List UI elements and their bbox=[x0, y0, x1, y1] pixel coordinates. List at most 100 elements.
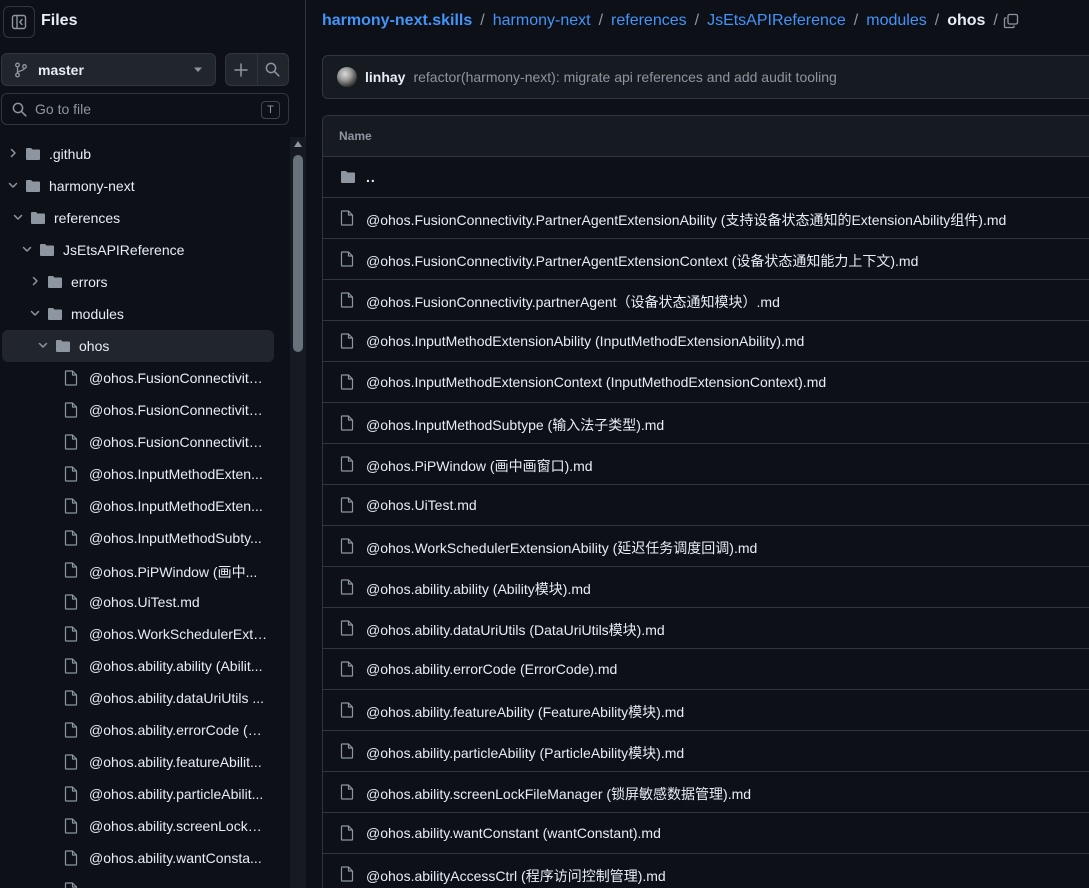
chevron-down-icon[interactable] bbox=[8, 180, 18, 190]
folder-icon bbox=[26, 148, 40, 160]
breadcrumb-link-references[interactable]: references bbox=[611, 12, 687, 30]
file-name-link[interactable]: @ohos.ability.wantConstant (wantConstant… bbox=[366, 825, 661, 841]
tree-file-item[interactable]: @ohos.PiPWindow (画中... bbox=[0, 554, 290, 586]
search-code-button[interactable] bbox=[256, 54, 288, 85]
table-row[interactable]: @ohos.InputMethodSubtype (输入法子类型).md bbox=[323, 403, 1089, 444]
table-row[interactable]: @ohos.ability.featureAbility (FeatureAbi… bbox=[323, 690, 1089, 731]
file-name-link[interactable]: @ohos.PiPWindow (画中画窗口).md bbox=[366, 456, 593, 476]
file-name-link[interactable]: @ohos.FusionConnectivity.partnerAgent（设备… bbox=[366, 292, 780, 312]
table-row[interactable]: @ohos.WorkSchedulerExtensionAbility (延迟任… bbox=[323, 526, 1089, 567]
file-icon bbox=[340, 743, 354, 759]
tree-folder-item[interactable]: ohos bbox=[0, 330, 290, 362]
breadcrumb-link-harmony-next[interactable]: harmony-next bbox=[493, 12, 591, 30]
collapse-sidebar-button[interactable] bbox=[3, 6, 35, 38]
file-icon bbox=[64, 786, 78, 802]
go-to-file-field[interactable]: T bbox=[1, 93, 289, 125]
table-row[interactable]: @ohos.ability.particleAbility (ParticleA… bbox=[323, 731, 1089, 772]
go-to-file-input[interactable] bbox=[35, 101, 235, 117]
file-icon bbox=[64, 370, 78, 386]
file-name-link[interactable]: @ohos.abilityAccessCtrl (程序访问控制管理).md bbox=[366, 866, 666, 886]
tree-file-item[interactable]: @ohos.ability.ability (Abilit... bbox=[0, 650, 290, 682]
file-icon bbox=[340, 251, 354, 267]
tree-item-label: @ohos.InputMethodSubty... bbox=[89, 530, 262, 546]
tree-folder-item[interactable]: .github bbox=[0, 138, 290, 170]
chevron-down-icon[interactable] bbox=[38, 340, 48, 350]
tree-folder-item[interactable]: errors bbox=[0, 266, 290, 298]
file-name-link[interactable]: @ohos.ability.ability (Ability模块).md bbox=[366, 579, 591, 599]
commit-message[interactable]: refactor(harmony-next): migrate api refe… bbox=[413, 69, 836, 85]
parent-directory-row[interactable]: .. bbox=[323, 157, 1089, 198]
tree-file-item[interactable]: @ohos.ability.wantConsta... bbox=[0, 842, 290, 874]
copy-path-button[interactable] bbox=[1003, 13, 1019, 34]
file-name-link[interactable]: @ohos.InputMethodSubtype (输入法子类型).md bbox=[366, 415, 664, 435]
breadcrumb-link-modules[interactable]: modules bbox=[866, 12, 926, 30]
branch-selector[interactable]: master bbox=[1, 53, 216, 86]
file-name-link[interactable]: @ohos.ability.featureAbility (FeatureAbi… bbox=[366, 702, 684, 722]
chevron-down-icon[interactable] bbox=[22, 244, 32, 254]
commit-author[interactable]: linhay bbox=[365, 69, 405, 85]
chevron-right-icon[interactable] bbox=[8, 148, 18, 158]
table-row[interactable]: @ohos.ability.screenLockFileManager (锁屏敏… bbox=[323, 772, 1089, 813]
breadcrumb-separator: / bbox=[480, 12, 485, 29]
tree-file-item[interactable]: @ohos.ability.errorCode (E... bbox=[0, 714, 290, 746]
parent-directory-link[interactable]: .. bbox=[366, 169, 376, 185]
file-icon bbox=[64, 658, 78, 674]
tree-file-item[interactable]: @ohos.ability.dataUriUtils ... bbox=[0, 682, 290, 714]
file-name-link[interactable]: @ohos.InputMethodExtensionAbility (Input… bbox=[366, 333, 804, 349]
tree-file-item[interactable]: @ohos.WorkSchedulerExte... bbox=[0, 618, 290, 650]
file-name-link[interactable]: @ohos.ability.screenLockFileManager (锁屏敏… bbox=[366, 784, 751, 804]
column-header-name: Name bbox=[339, 129, 372, 143]
file-icon bbox=[64, 402, 78, 418]
tree-item-label: @ohos.ability.errorCode (E... bbox=[89, 722, 268, 738]
breadcrumb-separator: / bbox=[934, 12, 940, 29]
tree-file-item[interactable]: @ohos.InputMethodExten... bbox=[0, 458, 290, 490]
tree-file-item[interactable]: @ohos.ability.featureAbilit... bbox=[0, 746, 290, 778]
chevron-right-icon[interactable] bbox=[30, 276, 40, 286]
breadcrumb-repo-link[interactable]: harmony-next.skills bbox=[322, 12, 472, 30]
tree-folder-item[interactable]: modules bbox=[0, 298, 290, 330]
file-name-link[interactable]: @ohos.UiTest.md bbox=[366, 497, 477, 513]
file-name-link[interactable]: @ohos.WorkSchedulerExtensionAbility (延迟任… bbox=[366, 538, 757, 558]
tree-file-item[interactable]: @ohos.InputMethodSubty... bbox=[0, 522, 290, 554]
avatar[interactable] bbox=[337, 67, 357, 87]
chevron-down-icon[interactable] bbox=[13, 212, 23, 222]
table-row[interactable]: @ohos.FusionConnectivity.partnerAgent（设备… bbox=[323, 280, 1089, 321]
tree-folder-item[interactable]: harmony-next bbox=[0, 170, 290, 202]
table-row[interactable]: @ohos.ability.wantConstant (wantConstant… bbox=[323, 813, 1089, 854]
table-row[interactable]: @ohos.ability.errorCode (ErrorCode).md bbox=[323, 649, 1089, 690]
table-row[interactable]: @ohos.PiPWindow (画中画窗口).md bbox=[323, 444, 1089, 485]
scroll-up-arrow-icon[interactable] bbox=[294, 141, 302, 147]
file-name-link[interactable]: @ohos.ability.errorCode (ErrorCode).md bbox=[366, 661, 617, 677]
table-row[interactable]: @ohos.FusionConnectivity.PartnerAgentExt… bbox=[323, 239, 1089, 280]
tree-file-item[interactable]: @ohos.FusionConnectivity.... bbox=[0, 362, 290, 394]
scrollbar-thumb[interactable] bbox=[293, 155, 303, 352]
tree-file-item[interactable]: @ohos.FusionConnectivity.... bbox=[0, 394, 290, 426]
file-icon bbox=[64, 722, 78, 738]
table-row[interactable]: @ohos.InputMethodExtensionAbility (Input… bbox=[323, 321, 1089, 362]
file-name-link[interactable]: @ohos.ability.dataUriUtils (DataUriUtils… bbox=[366, 620, 665, 640]
tree-file-item[interactable]: @ohos.ability.screenLockFi... bbox=[0, 810, 290, 842]
breadcrumb-link-jsetsapireference[interactable]: JsEtsAPIReference bbox=[707, 12, 846, 30]
table-row[interactable]: @ohos.abilityAccessCtrl (程序访问控制管理).md bbox=[323, 854, 1089, 888]
tree-item-label: @ohos.ability.particleAbilit... bbox=[89, 786, 264, 802]
file-name-link[interactable]: @ohos.InputMethodExtensionContext (Input… bbox=[366, 374, 826, 390]
add-file-button[interactable] bbox=[226, 54, 257, 85]
tree-file-item[interactable]: @ohos.UiTest.md bbox=[0, 586, 290, 618]
file-icon bbox=[64, 594, 78, 610]
tree-file-item[interactable]: @ohos.InputMethodExten... bbox=[0, 490, 290, 522]
file-name-link[interactable]: @ohos.FusionConnectivity.PartnerAgentExt… bbox=[366, 251, 918, 271]
file-name-link[interactable]: @ohos.FusionConnectivity.PartnerAgentExt… bbox=[366, 210, 1006, 230]
tree-folder-item[interactable]: JsEtsAPIReference bbox=[0, 234, 290, 266]
tree-file-item[interactable]: @ohos.FusionConnectivity.... bbox=[0, 426, 290, 458]
table-row[interactable]: @ohos.InputMethodExtensionContext (Input… bbox=[323, 362, 1089, 403]
tree-file-item[interactable] bbox=[0, 874, 290, 888]
tree-file-item[interactable]: @ohos.ability.particleAbilit... bbox=[0, 778, 290, 810]
table-row[interactable]: @ohos.UiTest.md bbox=[323, 485, 1089, 526]
table-row[interactable]: @ohos.FusionConnectivity.PartnerAgentExt… bbox=[323, 198, 1089, 239]
tree-folder-item[interactable]: references bbox=[0, 202, 290, 234]
chevron-down-icon[interactable] bbox=[30, 308, 40, 318]
tree-scrollbar[interactable] bbox=[290, 137, 306, 888]
file-name-link[interactable]: @ohos.ability.particleAbility (ParticleA… bbox=[366, 743, 684, 763]
table-row[interactable]: @ohos.ability.ability (Ability模块).md bbox=[323, 567, 1089, 608]
table-row[interactable]: @ohos.ability.dataUriUtils (DataUriUtils… bbox=[323, 608, 1089, 649]
